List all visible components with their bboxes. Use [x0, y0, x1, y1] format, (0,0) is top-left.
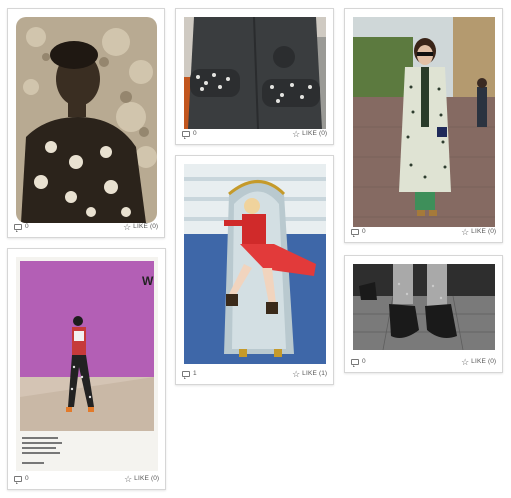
- comments-count: 0: [193, 130, 197, 137]
- like-label: LIKE: [471, 358, 487, 365]
- card-meta: 0 ☆ LIKE (0): [351, 357, 496, 367]
- comment-bubble-icon: [14, 224, 22, 232]
- comments-link[interactable]: 0: [351, 357, 366, 367]
- comments-count: 0: [362, 358, 366, 365]
- star-icon: ☆: [292, 369, 301, 379]
- comments-link[interactable]: 0: [351, 227, 366, 237]
- comments-link[interactable]: 1: [182, 369, 197, 379]
- comment-bubble-icon: [351, 229, 359, 237]
- card-meta: 0 ☆ LIKE (0): [351, 227, 496, 237]
- comment-bubble-icon: [14, 476, 22, 484]
- comments-count: 0: [25, 223, 29, 230]
- card-meta: 0 ☆ LIKE (0): [182, 129, 327, 139]
- like-count: (1): [319, 370, 327, 377]
- comment-bubble-icon: [351, 359, 359, 367]
- like-label: LIKE: [133, 223, 149, 230]
- comment-bubble-icon: [182, 371, 190, 379]
- like-count: (0): [151, 475, 159, 482]
- like-button[interactable]: ☆ LIKE (0): [124, 474, 159, 484]
- star-icon: ☆: [124, 474, 133, 484]
- comments-link[interactable]: 0: [14, 474, 29, 484]
- comments-count: 1: [193, 370, 197, 377]
- card-meta: 1 ☆ LIKE (1): [182, 369, 327, 379]
- comments-link[interactable]: 0: [182, 129, 197, 139]
- like-label: LIKE: [471, 228, 487, 235]
- photo-card-vintage-portrait[interactable]: 0 ☆ LIKE (0): [7, 8, 165, 238]
- photo-card-chaise-model[interactable]: 1 ☆ LIKE (1): [175, 155, 334, 385]
- svg-text:W: W: [142, 274, 154, 288]
- photo-card-street-coat[interactable]: 0 ☆ LIKE (0): [344, 8, 503, 243]
- shoes-bw-photo[interactable]: [353, 264, 495, 350]
- comment-bubble-icon: [182, 131, 190, 139]
- vintage-portrait-photo[interactable]: [16, 17, 157, 223]
- like-button[interactable]: ☆ LIKE (0): [461, 227, 496, 237]
- comments-count: 0: [362, 228, 366, 235]
- like-label: LIKE: [302, 370, 318, 377]
- photo-card-shoes-bw[interactable]: 0 ☆ LIKE (0): [344, 255, 503, 373]
- like-count: (0): [319, 130, 327, 137]
- like-count: (0): [488, 358, 496, 365]
- comments-count: 0: [25, 475, 29, 482]
- star-icon: ☆: [461, 227, 470, 237]
- chaise-model-photo[interactable]: [184, 164, 326, 364]
- magazine-purple-photo[interactable]: W: [16, 257, 158, 471]
- like-count: (0): [488, 228, 496, 235]
- like-button[interactable]: ☆ LIKE (0): [292, 129, 327, 139]
- photo-card-coat-gloves[interactable]: 0 ☆ LIKE (0): [175, 8, 334, 145]
- like-label: LIKE: [302, 130, 318, 137]
- photo-card-magazine-purple[interactable]: W 0 ☆ LIKE (0): [7, 248, 166, 490]
- coat-gloves-photo[interactable]: [184, 17, 326, 129]
- like-button[interactable]: ☆ LIKE (0): [461, 357, 496, 367]
- star-icon: ☆: [123, 222, 132, 232]
- street-coat-photo[interactable]: [353, 17, 495, 227]
- like-button[interactable]: ☆ LIKE (1): [292, 369, 327, 379]
- like-button[interactable]: ☆ LIKE (0): [123, 222, 158, 232]
- star-icon: ☆: [292, 129, 301, 139]
- like-label: LIKE: [134, 475, 150, 482]
- star-icon: ☆: [461, 357, 470, 367]
- comments-link[interactable]: 0: [14, 222, 29, 232]
- card-meta: 0 ☆ LIKE (0): [14, 474, 159, 484]
- card-meta: 0 ☆ LIKE (0): [14, 222, 158, 232]
- like-count: (0): [150, 223, 158, 230]
